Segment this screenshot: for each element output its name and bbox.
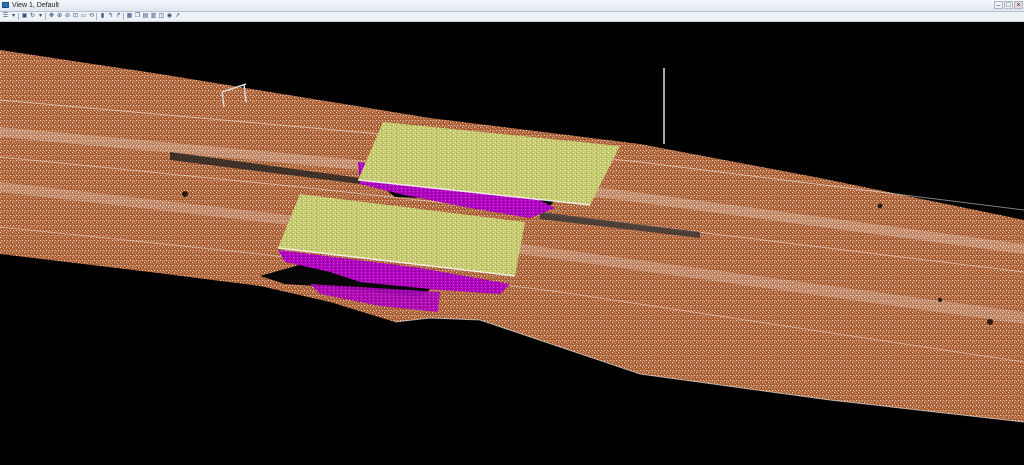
- point-cloud-render: [0, 50, 1024, 423]
- terrain-feature: [877, 203, 883, 209]
- dropdown-icon[interactable]: ▾: [37, 13, 44, 20]
- copy-view-icon[interactable]: ❐: [134, 13, 141, 20]
- redo-view-icon[interactable]: ↱: [115, 13, 122, 20]
- maximize-button[interactable]: □: [1004, 1, 1013, 9]
- fit-view-icon[interactable]: ▭: [80, 13, 87, 20]
- terrain-feature: [987, 319, 993, 325]
- view-window-icon: [2, 2, 9, 8]
- camera-icon[interactable]: ◉: [166, 13, 173, 20]
- clip-volume-icon[interactable]: ▤: [142, 13, 149, 20]
- pan-icon[interactable]: ✥: [48, 13, 55, 20]
- zoom-in-icon[interactable]: ⊕: [56, 13, 63, 20]
- view-toggle-icon[interactable]: ↗: [174, 13, 181, 20]
- select-icon[interactable]: ▮: [99, 13, 106, 20]
- toolbar-separator: [96, 13, 97, 20]
- view-attributes-icon[interactable]: ☰: [2, 13, 9, 20]
- rotate-icon[interactable]: ⟲: [88, 13, 95, 20]
- toolbar-separator: [45, 13, 46, 20]
- open-icon[interactable]: ▣: [21, 13, 28, 20]
- refresh-icon[interactable]: ↻: [29, 13, 36, 20]
- minimize-button[interactable]: –: [994, 1, 1003, 9]
- terrain-feature: [182, 191, 188, 197]
- render-icon[interactable]: ◫: [158, 13, 165, 20]
- window-title: View 1, Default: [12, 2, 59, 9]
- window-area-icon[interactable]: ▦: [126, 13, 133, 20]
- view-display-icon[interactable]: ▥: [150, 13, 157, 20]
- undo-view-icon[interactable]: ↰: [107, 13, 114, 20]
- zoom-out-icon[interactable]: ⊖: [64, 13, 71, 20]
- dropdown-icon[interactable]: ▾: [10, 13, 17, 20]
- view-window: View 1, Default – □ × ☰ ▾ ▣ ↻ ▾ ✥ ⊕ ⊖ ⊡ ▭ ⟲ ▮ ↰ ↱ ▦ ❐ ▤ ▥…: [0, 0, 1024, 465]
- title-bar[interactable]: View 1, Default – □ ×: [0, 0, 1024, 12]
- point-cloud-viewport[interactable]: [0, 22, 1024, 465]
- view-control-toolbar: ☰ ▾ ▣ ↻ ▾ ✥ ⊕ ⊖ ⊡ ▭ ⟲ ▮ ↰ ↱ ▦ ❐ ▤ ▥ ◫ ◉ ↗: [0, 12, 1024, 22]
- close-button[interactable]: ×: [1014, 1, 1023, 9]
- terrain-feature: [938, 298, 942, 302]
- toolbar-separator: [18, 13, 19, 20]
- zoom-window-icon[interactable]: ⊡: [72, 13, 79, 20]
- toolbar-separator: [123, 13, 124, 20]
